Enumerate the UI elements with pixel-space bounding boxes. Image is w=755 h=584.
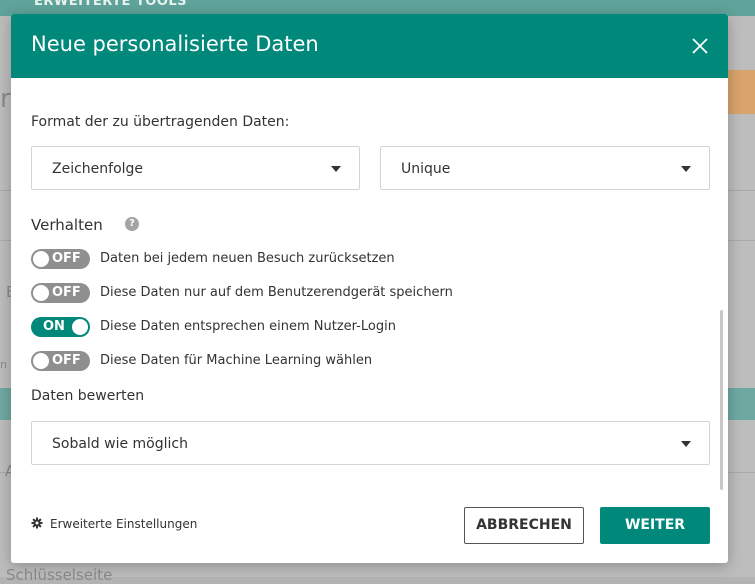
background-text: r — [0, 84, 11, 114]
chevron-down-icon — [331, 166, 341, 172]
advanced-settings-label: Erweiterte Einstellungen — [50, 517, 198, 531]
behavior-title: Verhalten — [31, 216, 103, 234]
next-button[interactable]: WEITER — [600, 507, 710, 544]
toggle-reset-each-visit[interactable]: OFF — [31, 249, 90, 269]
dialog-title: Neue personalisierte Daten — [31, 32, 319, 56]
toggle-state: OFF — [52, 353, 81, 368]
format-type-value: Zeichenfolge — [52, 161, 144, 177]
toggle-state: OFF — [52, 251, 81, 266]
background-bottom-text: Schlüsselseite — [6, 566, 113, 584]
chevron-down-icon — [681, 166, 691, 172]
toggle-label: Diese Daten entsprechen einem Nutzer-Log… — [100, 319, 396, 334]
advanced-settings-link[interactable]: Erweiterte Einstellungen — [31, 517, 197, 531]
chevron-down-icon — [681, 441, 691, 447]
toggle-knob — [72, 319, 88, 335]
uniqueness-value: Unique — [401, 161, 451, 177]
format-type-select[interactable]: Zeichenfolge — [31, 146, 360, 190]
toggle-state: OFF — [52, 285, 81, 300]
rate-data-value: Sobald wie möglich — [52, 436, 188, 452]
background-text: n — [0, 358, 7, 371]
dialog-scrollbar[interactable] — [720, 310, 723, 490]
format-label: Format der zu übertragenden Daten: — [31, 114, 290, 130]
background-top-bar-title: ERWEITERTE TOOLS — [34, 0, 188, 9]
toggle-user-login[interactable]: ON — [31, 317, 90, 337]
new-personalized-data-dialog: Neue personalisierte Daten Format der zu… — [11, 14, 728, 563]
help-icon[interactable]: ? — [125, 217, 139, 231]
dialog-header: Neue personalisierte Daten — [11, 14, 728, 78]
close-icon[interactable] — [688, 34, 712, 58]
toggle-label: Daten bei jedem neuen Besuch zurücksetze… — [100, 251, 395, 266]
toggle-state: ON — [43, 319, 65, 334]
toggle-knob — [33, 251, 49, 267]
toggle-label: Diese Daten nur auf dem Benutzerendgerät… — [100, 285, 453, 300]
rate-data-label: Daten bewerten — [31, 388, 145, 404]
toggle-label: Diese Daten für Machine Learning wählen — [100, 353, 373, 368]
cancel-button[interactable]: ABBRECHEN — [464, 507, 584, 544]
uniqueness-select[interactable]: Unique — [380, 146, 710, 190]
toggle-device-only[interactable]: OFF — [31, 283, 90, 303]
toggle-machine-learning[interactable]: OFF — [31, 351, 90, 371]
background-orange-banner — [728, 70, 755, 114]
toggle-knob — [33, 285, 49, 301]
toggle-knob — [33, 353, 49, 369]
gear-icon — [31, 517, 43, 529]
rate-data-select[interactable]: Sobald wie möglich — [31, 421, 710, 465]
